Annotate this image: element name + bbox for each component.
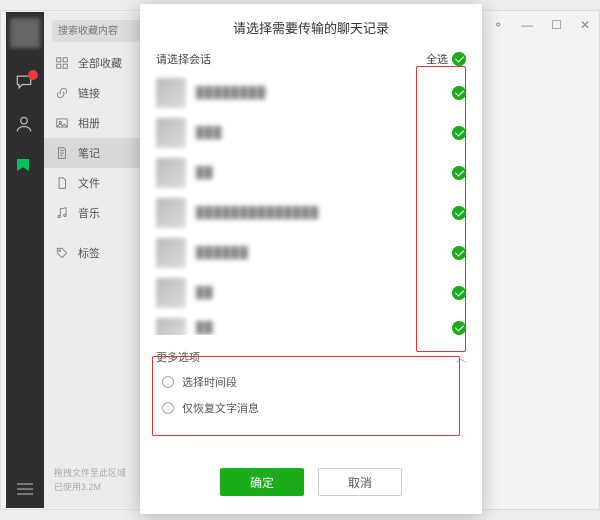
- checkmark-icon: [452, 52, 466, 66]
- sidebar-item-label: 音乐: [78, 205, 100, 221]
- ok-button[interactable]: 确定: [220, 468, 304, 496]
- option-label: 仅恢复文字消息: [182, 400, 259, 416]
- favorites-icon[interactable]: [14, 156, 36, 178]
- left-rail: [6, 12, 44, 508]
- search-row: [44, 12, 154, 48]
- radio-icon: [162, 402, 174, 414]
- grid-icon: [54, 55, 70, 71]
- minimize-button[interactable]: —: [521, 18, 533, 32]
- checkmark-icon[interactable]: [452, 286, 466, 300]
- conversation-row[interactable]: ██: [156, 273, 466, 313]
- sidebar-footer: 拖拽文件至此区域 已使用3.2M: [54, 467, 126, 494]
- transfer-chat-modal: 请选择需要传输的聊天记录 请选择会话 全选 ████████ ███ ██ ██…: [140, 4, 482, 514]
- sidebar-item-links[interactable]: 链接: [44, 78, 154, 108]
- sidebar-item-label: 笔记: [78, 145, 100, 161]
- sidebar-item-label: 文件: [78, 175, 100, 191]
- sidebar-item-music[interactable]: 音乐: [44, 198, 154, 228]
- sidebar: 全部收藏 链接 相册 笔记 文件 音乐 标签 拖拽文件至此区域 已使用3.2M: [44, 12, 154, 508]
- menu-icon[interactable]: [17, 480, 33, 498]
- checkmark-icon[interactable]: [452, 246, 466, 260]
- conversation-row[interactable]: ██: [156, 153, 466, 193]
- sidebar-item-files[interactable]: 文件: [44, 168, 154, 198]
- conversation-name: ████████: [196, 87, 452, 99]
- select-session-label: 请选择会话: [156, 51, 211, 67]
- checkmark-icon[interactable]: [452, 126, 466, 140]
- sidebar-item-all[interactable]: 全部收藏: [44, 48, 154, 78]
- conversation-name: ██: [196, 167, 452, 179]
- window-controls: ⚬ — ☐ ✕: [493, 18, 590, 32]
- conversation-row[interactable]: ██████████████: [156, 193, 466, 233]
- checkmark-icon[interactable]: [452, 166, 466, 180]
- conversation-row[interactable]: ██████: [156, 233, 466, 273]
- sidebar-item-tags[interactable]: 标签: [44, 238, 154, 268]
- chat-icon[interactable]: [14, 72, 36, 94]
- conversation-name: ███: [196, 127, 452, 139]
- footer-line: 拖拽文件至此区域: [54, 467, 126, 481]
- conversation-name: ██████: [196, 247, 452, 259]
- badge-icon: [28, 70, 38, 80]
- maximize-button[interactable]: ☐: [551, 18, 562, 32]
- conversation-name: ██: [196, 322, 452, 334]
- option-time-range[interactable]: 选择时间段: [156, 369, 466, 395]
- checkmark-icon[interactable]: [452, 206, 466, 220]
- pin-button[interactable]: ⚬: [493, 18, 503, 32]
- avatar: [156, 158, 186, 188]
- option-label: 选择时间段: [182, 374, 237, 390]
- more-options-toggle[interactable]: 更多选项 ︿: [156, 345, 466, 369]
- more-options-section: 更多选项 ︿ 选择时间段 仅恢复文字消息: [140, 339, 482, 425]
- chevron-up-icon: ︿: [456, 350, 466, 365]
- cancel-button[interactable]: 取消: [318, 468, 402, 496]
- search-input[interactable]: [52, 20, 146, 42]
- radio-icon: [162, 376, 174, 388]
- conversation-list: ████████ ███ ██ ██████████████ ██████ ██: [140, 73, 482, 335]
- note-icon: [54, 145, 70, 161]
- select-all-label: 全选: [426, 51, 448, 67]
- footer-line: 已使用3.2M: [54, 481, 126, 495]
- contacts-icon[interactable]: [14, 114, 36, 136]
- more-options-label: 更多选项: [156, 349, 200, 365]
- sidebar-item-label: 链接: [78, 85, 100, 101]
- sidebar-item-label: 相册: [78, 115, 100, 131]
- select-all-button[interactable]: 全选: [426, 51, 466, 67]
- avatar[interactable]: [10, 18, 40, 48]
- avatar: [156, 78, 186, 108]
- link-icon: [54, 85, 70, 101]
- option-text-only[interactable]: 仅恢复文字消息: [156, 395, 466, 421]
- tag-icon: [54, 245, 70, 261]
- avatar: [156, 118, 186, 148]
- button-row: 确定 取消: [140, 450, 482, 514]
- close-button[interactable]: ✕: [580, 18, 590, 32]
- conversation-row[interactable]: ████████: [156, 73, 466, 113]
- file-icon: [54, 175, 70, 191]
- select-header: 请选择会话 全选: [140, 47, 482, 73]
- sidebar-item-photos[interactable]: 相册: [44, 108, 154, 138]
- conversation-row[interactable]: ██: [156, 313, 466, 335]
- conversation-name: ██████████████: [196, 207, 452, 219]
- conversation-row[interactable]: ███: [156, 113, 466, 153]
- avatar: [156, 238, 186, 268]
- avatar: [156, 198, 186, 228]
- checkmark-icon[interactable]: [452, 321, 466, 335]
- sidebar-item-notes[interactable]: 笔记: [44, 138, 154, 168]
- sidebar-item-label: 标签: [78, 245, 100, 261]
- music-icon: [54, 205, 70, 221]
- checkmark-icon[interactable]: [452, 86, 466, 100]
- avatar: [156, 278, 186, 308]
- modal-title: 请选择需要传输的聊天记录: [140, 4, 482, 47]
- sidebar-item-label: 全部收藏: [78, 55, 122, 71]
- conversation-name: ██: [196, 287, 452, 299]
- photo-icon: [54, 115, 70, 131]
- avatar: [156, 318, 186, 335]
